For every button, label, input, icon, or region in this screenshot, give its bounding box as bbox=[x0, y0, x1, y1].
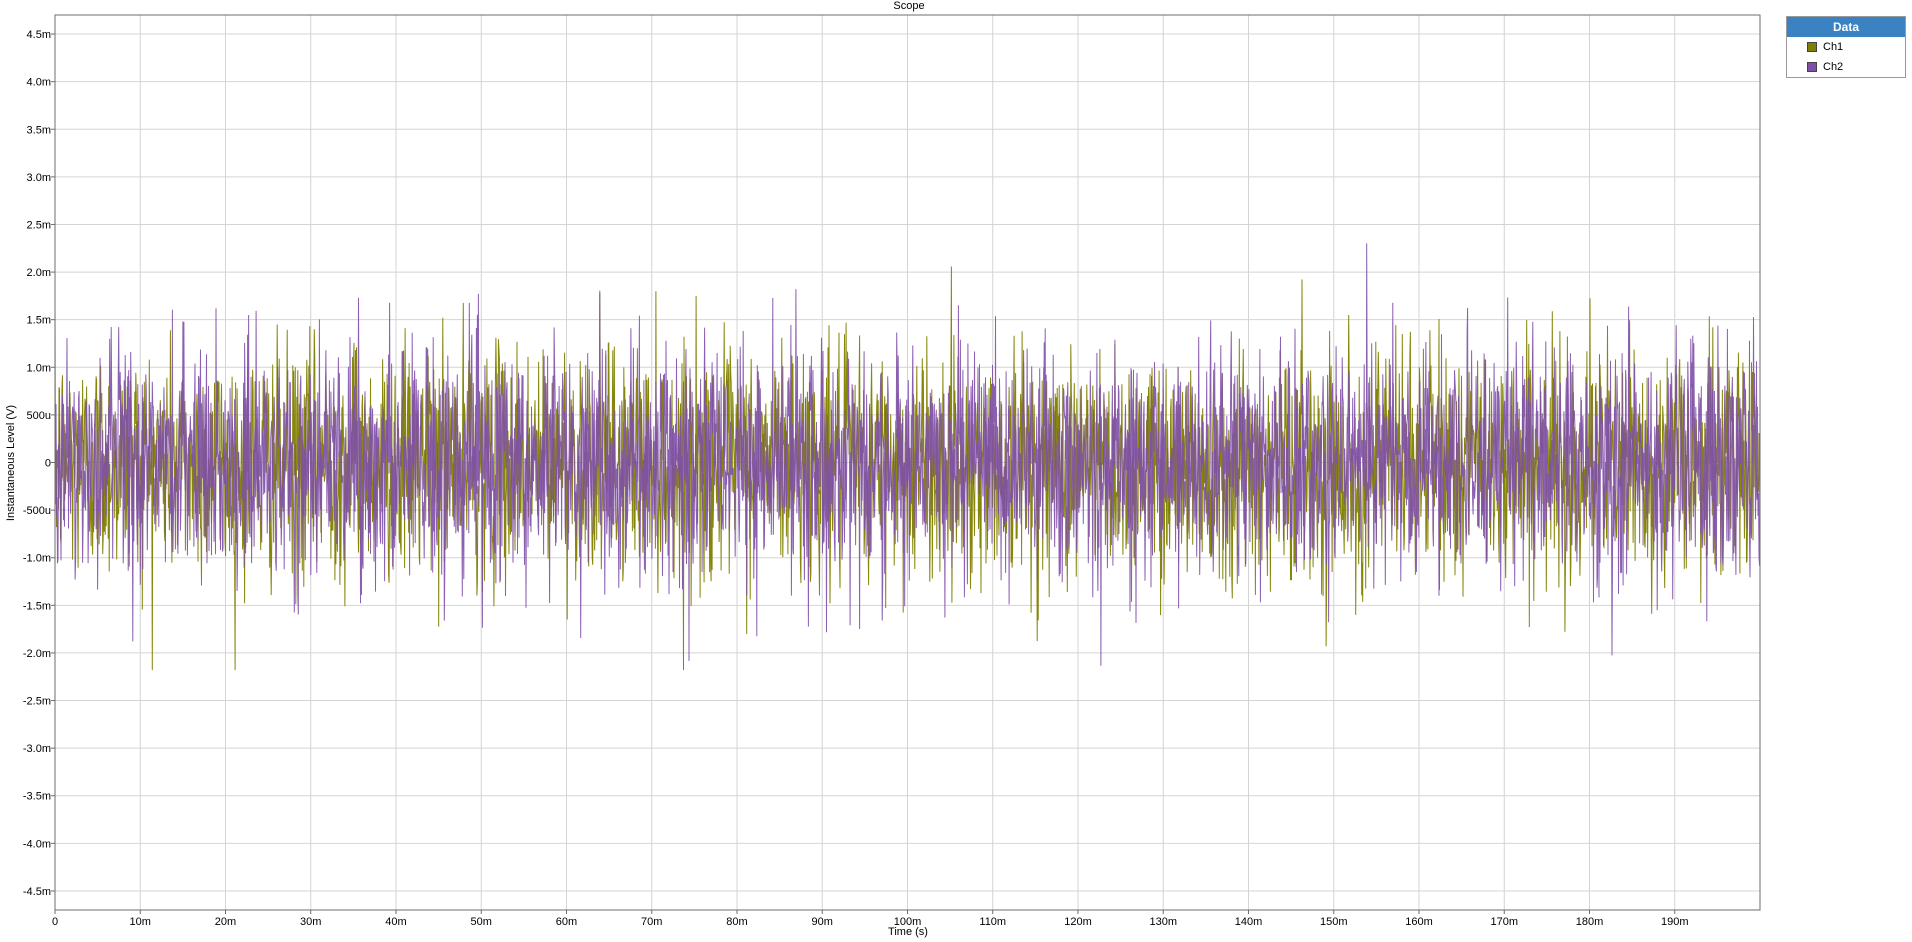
x-tick-label: 40m bbox=[385, 916, 406, 928]
y-tick-label: 4.0m bbox=[27, 77, 51, 89]
x-tick-label: 30m bbox=[300, 916, 321, 928]
x-tick-label: 150m bbox=[1320, 916, 1348, 928]
x-tick-label: 120m bbox=[1064, 916, 1092, 928]
x-tick-label: 170m bbox=[1490, 916, 1518, 928]
chart-title: Scope bbox=[893, 0, 925, 12]
x-tick-label: 130m bbox=[1149, 916, 1177, 928]
legend-title: Data bbox=[1787, 17, 1905, 37]
x-tick-label: 50m bbox=[471, 916, 492, 928]
x-tick-label: 140m bbox=[1235, 916, 1263, 928]
x-tick-label: 10m bbox=[130, 916, 151, 928]
y-tick-label: -3.5m bbox=[23, 791, 51, 803]
y-tick-label: 0 bbox=[45, 458, 51, 470]
y-tick-label: -4.0m bbox=[23, 838, 51, 850]
ch1-color-swatch bbox=[1807, 42, 1817, 52]
x-tick-label: 160m bbox=[1405, 916, 1433, 928]
x-tick-label: 20m bbox=[215, 916, 236, 928]
y-tick-label: 500u bbox=[27, 410, 51, 422]
y-tick-label: -2.0m bbox=[23, 648, 51, 660]
x-tick-label: 80m bbox=[726, 916, 747, 928]
legend-label-ch1: Ch1 bbox=[1823, 41, 1844, 53]
ch2-color-swatch bbox=[1807, 62, 1817, 72]
y-tick-label: 1.5m bbox=[27, 315, 51, 327]
y-tick-label: -500u bbox=[23, 505, 51, 517]
y-tick-label: 3.0m bbox=[27, 172, 51, 184]
x-tick-label: 190m bbox=[1661, 916, 1689, 928]
x-tick-labels: 0 10m 20m 30m 40m 50m 60m 70m 80m 90m 100m 110m 120m… bbox=[52, 910, 1689, 928]
scope-plot[interactable]: 0 10m 20m 30m 40m 50m 60m 70m 80m 90m 100m 110m 120m… bbox=[0, 0, 1912, 942]
y-axis-label: Instantaneous Level (V) bbox=[5, 404, 17, 522]
legend-label-ch2: Ch2 bbox=[1823, 61, 1844, 73]
x-tick-label: 180m bbox=[1576, 916, 1604, 928]
legend-item-ch2[interactable]: Ch2 bbox=[1787, 57, 1905, 77]
y-tick-label: 4.5m bbox=[27, 29, 51, 41]
y-tick-label: -4.5m bbox=[23, 886, 51, 898]
scope-window: 0 10m 20m 30m 40m 50m 60m 70m 80m 90m 100m 110m 120m… bbox=[0, 0, 1912, 942]
y-tick-labels: 4.5m 4.0m 3.5m 3.0m 2.5m 2.0m 1.5m 1.0m 500u 0 -50… bbox=[23, 29, 55, 898]
y-tick-label: 2.5m bbox=[27, 219, 51, 231]
x-tick-label: 70m bbox=[641, 916, 662, 928]
y-tick-label: -3.0m bbox=[23, 743, 51, 755]
y-tick-label: -2.5m bbox=[23, 696, 51, 708]
y-tick-label: -1.5m bbox=[23, 600, 51, 612]
x-tick-label: 0 bbox=[52, 916, 58, 928]
x-tick-label: 60m bbox=[556, 916, 577, 928]
x-axis-label: Time (s) bbox=[888, 926, 928, 938]
x-tick-label: 110m bbox=[979, 916, 1006, 928]
legend-panel: Data Ch1 Ch2 bbox=[1786, 16, 1906, 78]
y-tick-label: -1.0m bbox=[23, 553, 51, 565]
y-tick-label: 3.5m bbox=[27, 124, 51, 136]
y-tick-label: 2.0m bbox=[27, 267, 51, 279]
legend-item-ch1[interactable]: Ch1 bbox=[1787, 37, 1905, 57]
x-tick-label: 90m bbox=[812, 916, 833, 928]
y-tick-label: 1.0m bbox=[27, 362, 51, 374]
